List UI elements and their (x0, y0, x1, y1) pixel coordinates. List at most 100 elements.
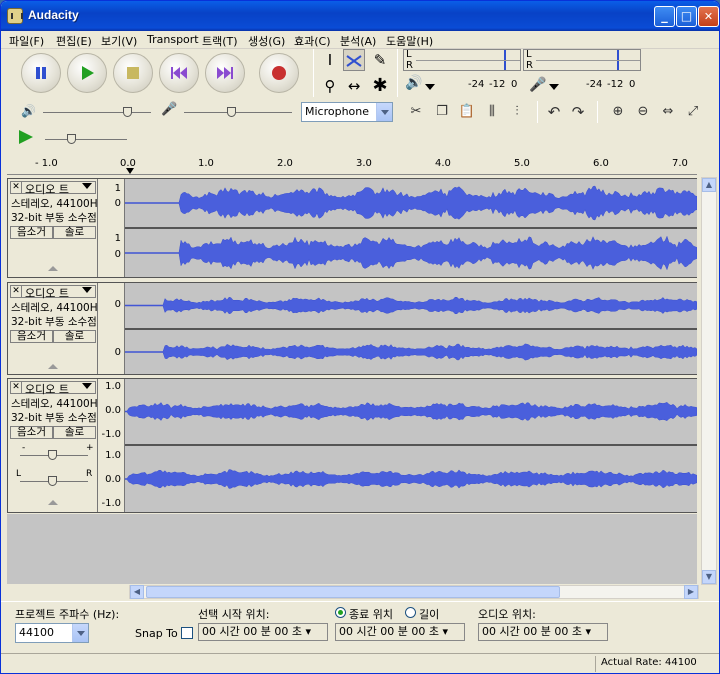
play-button[interactable] (67, 53, 107, 93)
skip-start-button[interactable] (159, 53, 199, 93)
zoom-in-icon[interactable]: ⊕ (607, 102, 629, 122)
project-rate-select[interactable]: 44100 (15, 623, 89, 643)
scroll-up-button[interactable]: ▲ (702, 178, 716, 192)
solo-button[interactable]: 솔로 (53, 330, 96, 343)
record-button[interactable] (259, 53, 299, 93)
draw-tool-icon[interactable]: ✎ (369, 49, 391, 71)
maximize-button[interactable]: □ (676, 6, 697, 27)
fit-project-icon[interactable]: ⤢ (682, 102, 704, 122)
menu-transport[interactable]: Transport (147, 33, 199, 46)
audio-track-3[interactable]: ✕ 오디오 트 스테레오, 44100Hz 32-bit 부동 소수점 음소거 … (7, 378, 697, 513)
chevron-down-icon[interactable] (376, 103, 392, 121)
record-meter[interactable]: L R (523, 49, 641, 71)
track-area-empty[interactable] (7, 514, 697, 584)
menu-generate[interactable]: 생성(G) (248, 33, 285, 49)
undo-icon[interactable]: ↶ (543, 102, 565, 122)
solo-button[interactable]: 솔로 (53, 426, 96, 439)
audio-position-time[interactable]: 00 시간 00 분 00 초 ▾ (478, 623, 608, 641)
horizontal-scrollbar[interactable]: ◀ ▶ (129, 585, 699, 599)
input-volume-slider[interactable] (184, 112, 292, 113)
skip-end-button[interactable] (205, 53, 245, 93)
slider-thumb[interactable] (48, 450, 57, 460)
end-radio[interactable] (335, 607, 346, 618)
close-track-icon[interactable]: ✕ (11, 382, 22, 393)
fit-selection-icon[interactable]: ⇔ (657, 102, 679, 122)
slider-thumb[interactable] (227, 107, 236, 117)
solo-button[interactable]: 솔로 (53, 226, 96, 239)
paste-icon[interactable]: 📋 (456, 102, 478, 122)
menu-analyze[interactable]: 분석(A) (340, 33, 376, 49)
selection-tool-icon[interactable]: I (319, 49, 341, 71)
close-button[interactable]: ✕ (698, 6, 719, 27)
mute-button[interactable]: 음소거 (10, 330, 53, 343)
chevron-down-icon[interactable] (425, 84, 435, 90)
selection-end-time[interactable]: 00 시간 00 분 00 초 ▾ (335, 623, 465, 641)
minimize-button[interactable]: _ (654, 6, 675, 27)
track-name-menu[interactable]: ✕ 오디오 트 (10, 381, 96, 396)
play-head-marker[interactable] (126, 168, 134, 174)
chevron-down-icon[interactable] (72, 624, 88, 642)
scale-label: 1.0 (105, 450, 121, 461)
length-radio[interactable] (405, 607, 416, 618)
timeline-ruler[interactable]: - 1.0 0.0 1.0 2.0 3.0 4.0 5.0 6.0 7.0 (7, 152, 697, 175)
collapse-track-icon[interactable] (48, 500, 58, 505)
copy-icon[interactable]: ❐ (431, 102, 453, 122)
scroll-left-button[interactable]: ◀ (130, 585, 144, 599)
zoom-out-icon[interactable]: ⊖ (632, 102, 654, 122)
menu-view[interactable]: 보기(V) (101, 33, 137, 49)
waveform-left-channel[interactable] (125, 179, 697, 227)
waveform-right-channel[interactable] (125, 330, 697, 374)
play-speed-slider[interactable] (45, 139, 127, 140)
silence-icon[interactable]: ⫶ (506, 102, 528, 122)
menu-effect[interactable]: 효과(C) (294, 33, 331, 49)
close-track-icon[interactable]: ✕ (11, 182, 22, 193)
audio-track-1[interactable]: ✕ 오디오 트 스테레오, 44100Hz 32-bit 부동 소수점 음소거 … (7, 178, 697, 278)
collapse-track-icon[interactable] (48, 364, 58, 369)
menu-file[interactable]: 파일(F) (9, 33, 44, 49)
playback-meter[interactable]: L R (403, 49, 521, 71)
audio-track-2[interactable]: ✕ 오디오 트 스테레오, 44100Hz 32-bit 부동 소수점 음소거 … (7, 282, 697, 375)
trim-icon[interactable]: ⫼ (481, 102, 503, 122)
chevron-down-icon[interactable] (549, 84, 559, 90)
multi-tool-icon[interactable]: ✱ (369, 75, 391, 97)
mute-button[interactable]: 음소거 (10, 426, 53, 439)
menu-edit[interactable]: 편집(E) (56, 33, 92, 49)
menu-tracks[interactable]: 트랙(T) (202, 33, 238, 49)
snap-to-checkbox[interactable] (181, 627, 193, 639)
waveform-left-channel[interactable] (125, 283, 697, 328)
title-bar[interactable]: Audacity _ □ ✕ (1, 1, 719, 31)
input-source-select[interactable]: Microphone (301, 102, 393, 122)
output-volume-slider[interactable] (43, 112, 151, 113)
pause-button[interactable] (21, 53, 61, 93)
track-name-menu[interactable]: ✕ 오디오 트 (10, 181, 96, 196)
chevron-down-icon[interactable] (82, 183, 92, 189)
mute-button[interactable]: 음소거 (10, 226, 53, 239)
speaker-icon[interactable]: 🔊 (405, 75, 422, 91)
chevron-down-icon[interactable] (82, 383, 92, 389)
close-track-icon[interactable]: ✕ (11, 286, 22, 297)
track-name-menu[interactable]: ✕ 오디오 트 (10, 285, 96, 300)
vertical-scrollbar[interactable]: ▲ ▼ (701, 177, 717, 585)
collapse-track-icon[interactable] (48, 266, 58, 271)
scroll-right-button[interactable]: ▶ (684, 585, 698, 599)
stop-button[interactable] (113, 53, 153, 93)
zoom-tool-icon[interactable]: ⚲ (319, 75, 341, 97)
slider-thumb[interactable] (67, 134, 76, 144)
waveform-right-channel[interactable] (125, 229, 697, 277)
envelope-tool-icon[interactable] (343, 49, 365, 71)
redo-icon[interactable]: ↷ (567, 102, 589, 122)
selection-start-time[interactable]: 00 시간 00 분 00 초 ▾ (198, 623, 328, 641)
chevron-down-icon[interactable] (82, 287, 92, 293)
scroll-thumb[interactable] (146, 586, 560, 598)
play-at-speed-button[interactable] (17, 129, 35, 148)
cut-icon[interactable]: ✂ (405, 102, 427, 122)
slider-thumb[interactable] (48, 476, 57, 486)
waveform-left-channel[interactable] (125, 379, 697, 444)
ruler-tick: 3.0 (356, 158, 372, 169)
menu-help[interactable]: 도움말(H) (386, 33, 433, 49)
waveform-right-channel[interactable] (125, 446, 697, 512)
timeshift-tool-icon[interactable]: ↔ (343, 75, 365, 97)
microphone-icon[interactable]: 🎤 (529, 77, 546, 93)
scroll-down-button[interactable]: ▼ (702, 570, 716, 584)
slider-thumb[interactable] (123, 107, 132, 117)
